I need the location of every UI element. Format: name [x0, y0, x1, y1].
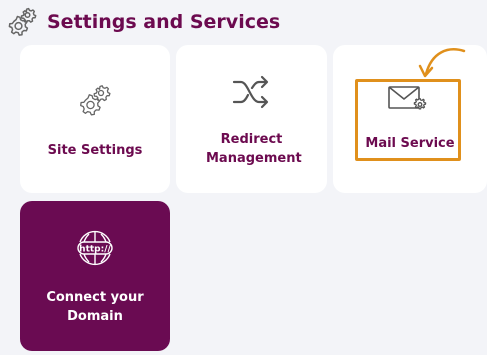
- redirect-management-tile[interactable]: Redirect Management: [176, 45, 327, 193]
- connect-domain-tile[interactable]: http:// Connect your Domain: [20, 201, 170, 351]
- mail-settings-icon: [388, 86, 427, 110]
- page-title: Settings and Services: [47, 11, 281, 33]
- svg-text:http://: http://: [79, 245, 111, 255]
- mail-service-tile[interactable]: Mail Service: [333, 45, 487, 193]
- gears-icon: [80, 85, 111, 116]
- site-settings-label: Site Settings: [47, 143, 143, 158]
- site-settings-tile[interactable]: Site Settings: [20, 45, 170, 193]
- gears-icon: [8, 7, 37, 36]
- http-globe-icon: http://: [77, 230, 113, 266]
- shuffle-arrows-icon: [232, 75, 269, 109]
- redirect-management-label: Redirect Management: [206, 132, 302, 166]
- connect-domain-label: Connect your Domain: [46, 290, 144, 324]
- mail-service-label: Mail Service: [365, 136, 455, 151]
- section-header: Settings and Services: [4, 4, 280, 40]
